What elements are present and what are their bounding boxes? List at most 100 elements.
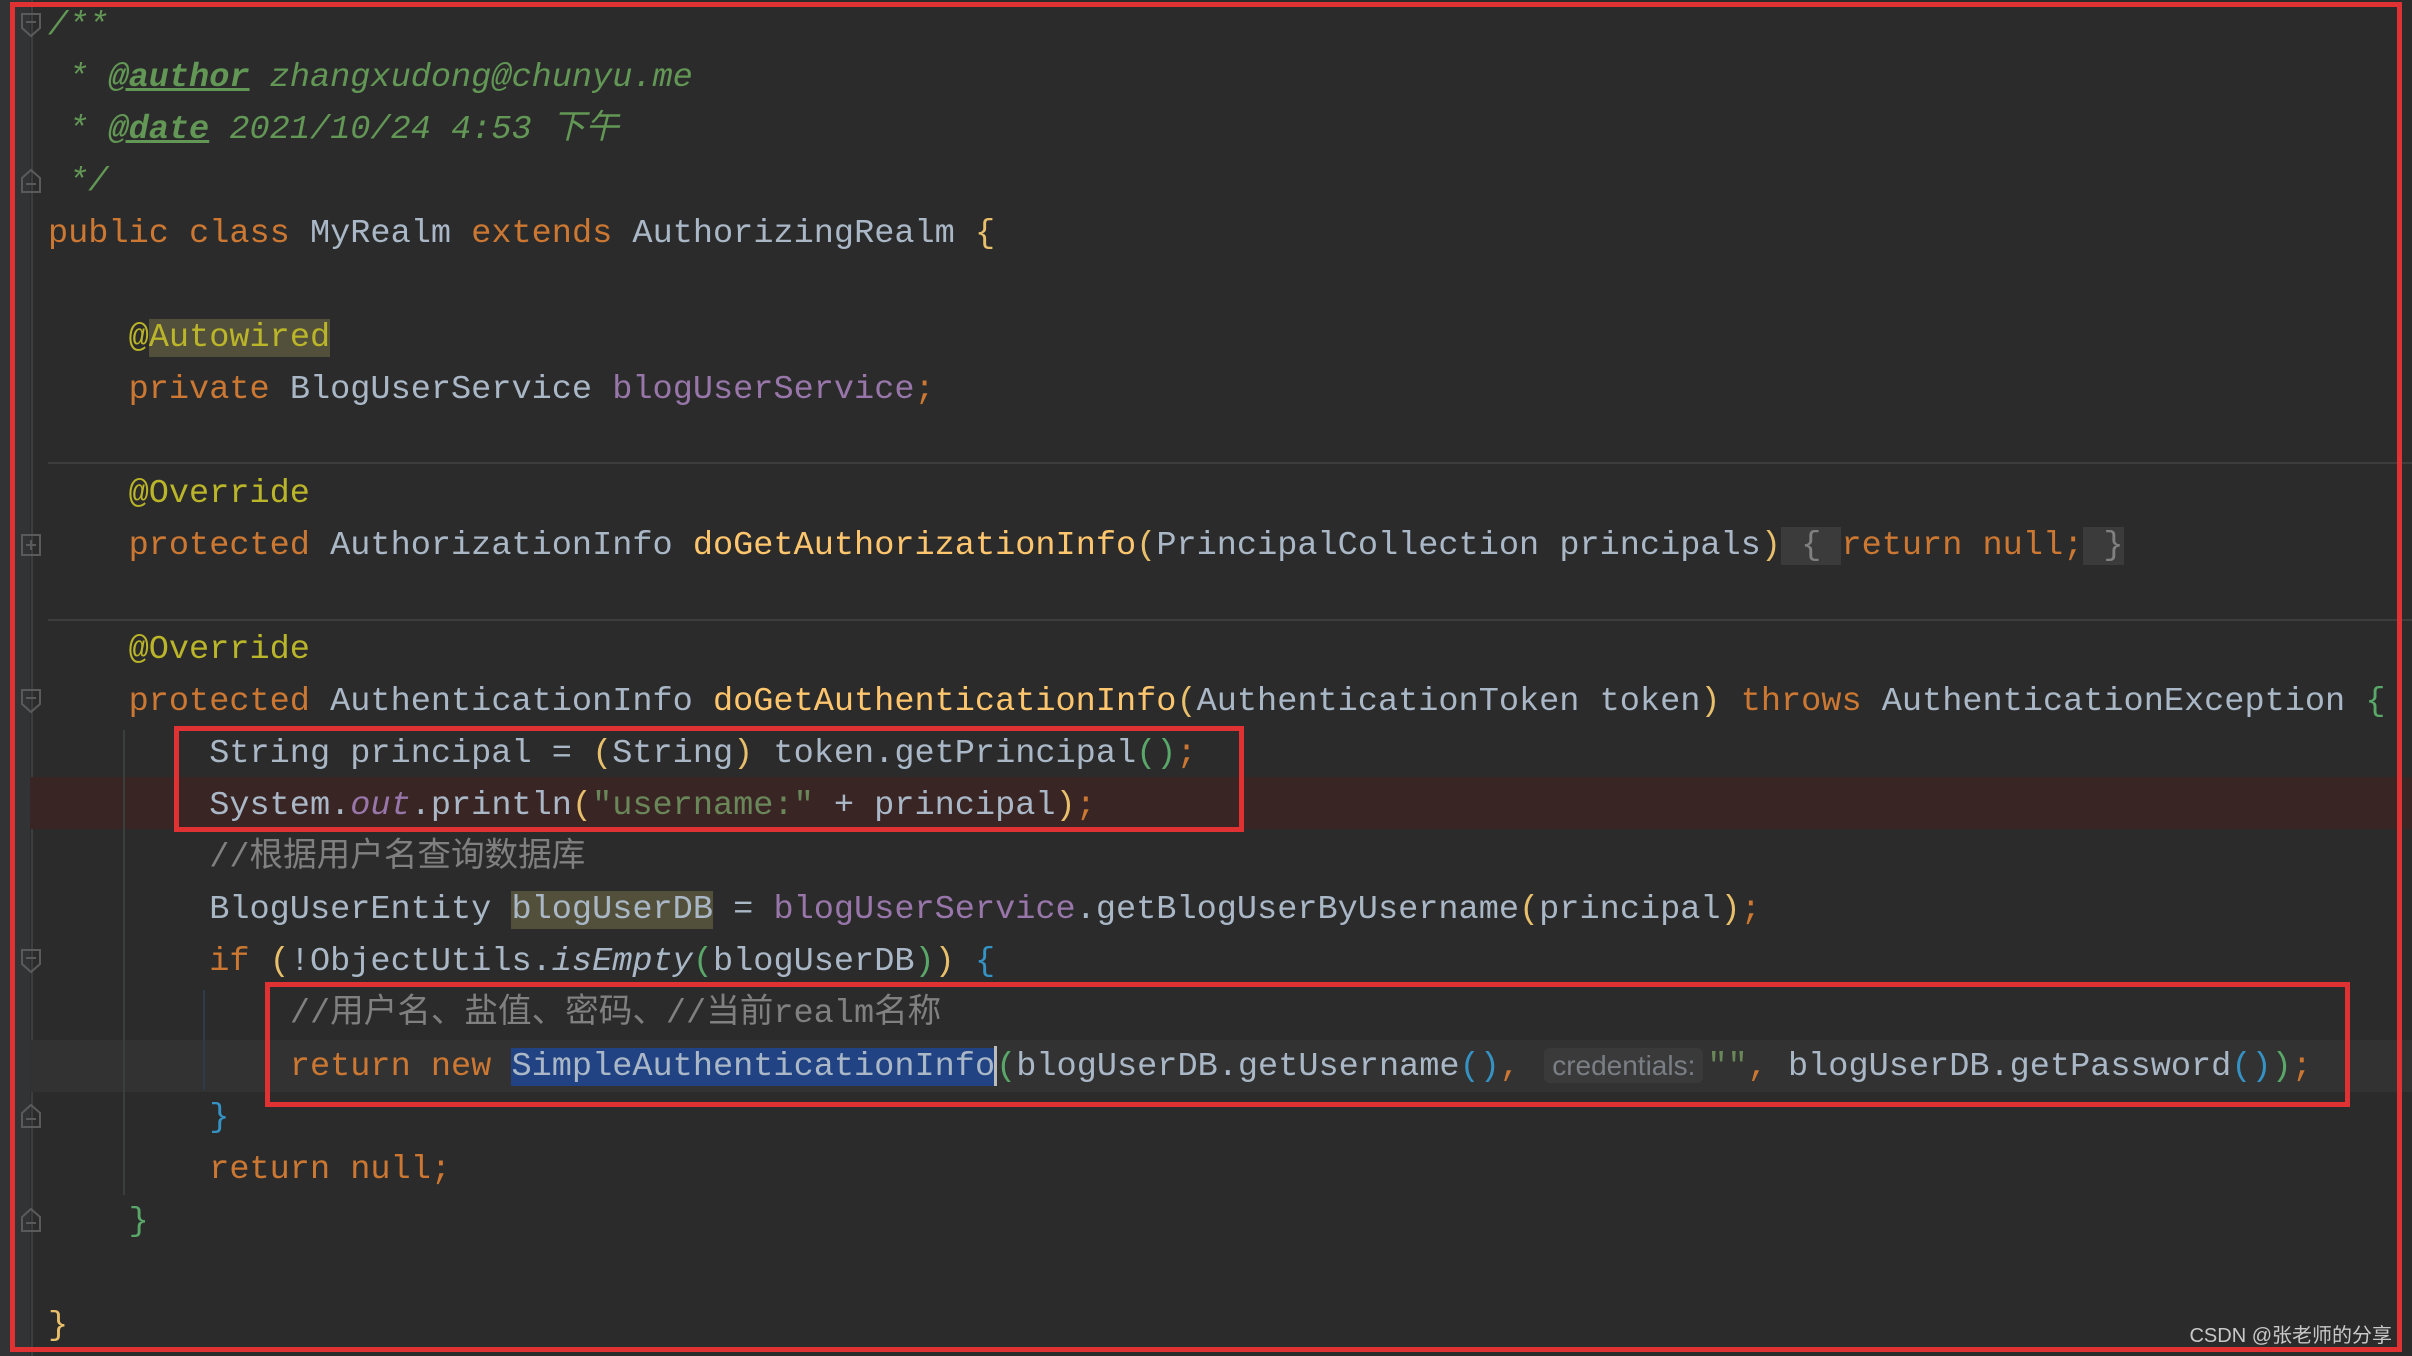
code-line: //用户名、盐值、密码、//当前realm名称 [48,988,941,1040]
type-name: AuthorizationInfo [330,527,673,565]
folded-region-close[interactable]: } [2083,527,2124,565]
annotation-at: @ [128,319,149,357]
code-line: protected AuthenticationInfo doGetAuthen… [128,683,2386,721]
code-line: @Override [48,624,310,676]
fold-end-icon[interactable] [20,1103,42,1129]
type-name: AuthenticationInfo [330,683,693,721]
keyword: private [128,371,270,409]
method-separator [48,462,2412,464]
javadoc-date-value: 2021/10/24 4:53 下午 [209,111,619,149]
brace: } [209,1099,230,1137]
javadoc-star: * [48,111,109,149]
variable-highlighted: blogUserDB [511,891,713,929]
javadoc-date-tag: @date [108,111,210,149]
watermark: CSDN @张老师的分享 [2189,1325,2392,1347]
code-line: public class MyRealm extends Authorizing… [48,208,995,260]
code-line: return null; [48,1144,451,1196]
code-line: } [48,1300,68,1352]
fold-collapse-icon[interactable] [20,948,42,974]
method-call: blogUserDB.getUsername [1016,1048,1460,1086]
method-call: .println [410,787,572,825]
method-name: doGetAuthorizationInfo [692,527,1137,565]
code-line: @Override [48,468,310,520]
code-line: return new SimpleAuthenticationInfo(blog… [289,1046,2312,1087]
annotation-override: @Override [128,475,310,513]
semicolon: ; [914,371,935,409]
string-literal: "username:" [592,787,814,825]
method-name: doGetAuthenticationInfo [712,683,1177,721]
folded-region-open[interactable]: { [1780,527,1842,565]
keyword: throws [1740,683,1862,721]
exception-type: AuthenticationException [1881,683,2346,721]
keyword: if [209,943,250,981]
brace: } [128,1203,149,1241]
method-params: AuthenticationToken token [1196,683,1701,721]
method-call: token.getPrincipal [753,735,1137,773]
code-line: /** [48,0,108,52]
javadoc-close: */ [48,163,109,201]
method-params: PrincipalCollection principals [1156,527,1761,565]
keyword: extends [471,215,613,253]
code-line: private BlogUserService blogUserService; [48,364,935,416]
expression: + principal [813,787,1056,825]
code-line: */ [48,156,108,208]
code-line: * @date 2021/10/24 4:53 下午 [48,104,619,156]
code-line: //根据用户名查询数据库 [48,832,585,884]
expression: !ObjectUtils. [289,943,552,981]
code-line: protected AuthorizationInfo doGetAuthori… [128,527,2124,565]
code-line: } [48,1092,229,1144]
code-line: System.out.println("username:" + princip… [209,787,1096,825]
fold-expand-icon[interactable] [20,532,42,558]
code-line: String principal = (String) token.getPri… [209,735,1197,773]
comment: //用户名、盐值、密码、//当前realm名称 [289,995,942,1033]
fold-collapse-icon[interactable] [20,688,42,714]
return-statement: return null; [209,1151,452,1189]
string-literal: "" [1707,1048,1748,1086]
brace: { [2365,683,2386,721]
selected-class-name[interactable]: SimpleAuthenticationInfo [511,1048,996,1086]
fold-end-icon[interactable] [20,168,42,194]
type-name: BlogUserService [289,371,593,409]
method-separator [48,619,2412,621]
method-call: .getBlogUserByUsername [1075,891,1520,929]
fold-end-icon[interactable] [20,1207,42,1233]
operator: = [712,891,774,929]
keyword: new [430,1048,492,1086]
folded-body: return null; [1841,527,2084,565]
code-line: if (!ObjectUtils.isEmpty(blogUserDB)) { [209,943,996,981]
statement: String principal = [209,735,593,773]
brace: } [48,1307,69,1345]
annotation-override: @Override [128,631,310,669]
code-line: BlogUserEntity blogUserDB = blogUserServ… [209,891,1761,929]
argument: blogUserDB [713,943,915,981]
editor-gutter [0,0,30,1356]
comment: //根据用户名查询数据库 [209,839,586,877]
code-line: @Autowired [48,312,331,364]
javadoc-author-value: zhangxudong@chunyu.me [249,59,693,97]
field-name: blogUserService [612,371,915,409]
javadoc-star: * [48,59,109,97]
static-method: isEmpty [551,943,693,981]
superclass-name: AuthorizingRealm [632,215,955,253]
parameter-hint: credentials: [1544,1048,1704,1083]
method-call: blogUserDB.getPassword [1767,1048,2232,1086]
keyword: protected [128,683,310,721]
code-line: } [48,1196,149,1248]
javadoc-open: /** [48,7,109,45]
class-name: MyRealm [309,215,452,253]
javadoc-author-tag: @author [108,59,250,97]
keyword: return [289,1048,411,1086]
brace: { [974,215,996,253]
field-name: blogUserService [773,891,1076,929]
code-line: * @author zhangxudong@chunyu.me [48,52,693,104]
cast-type: String [612,735,734,773]
keyword: public [48,215,169,253]
gutter-fold-line [31,0,33,1356]
keyword: protected [128,527,310,565]
type-name: BlogUserEntity [209,891,512,929]
statement: System. [209,787,351,825]
static-field: out [350,787,411,825]
argument: principal [1539,891,1721,929]
annotation-autowired: Autowired [148,319,331,357]
fold-collapse-icon[interactable] [20,12,42,38]
